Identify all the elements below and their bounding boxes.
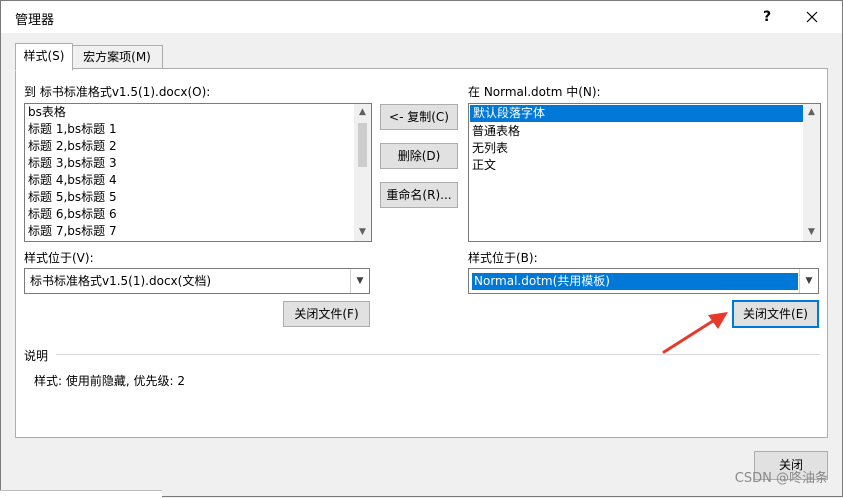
description-header: 说明	[24, 349, 49, 363]
right-styles-in-value: Normal.dotm(共用模板)	[472, 273, 798, 290]
list-item[interactable]: 正文	[469, 157, 820, 174]
right-styles-list[interactable]: 默认段落字体 普通表格 无列表 正文 ▲ ▼	[468, 103, 821, 242]
rename-button[interactable]: 重命名(R)...	[380, 182, 458, 208]
description-text: 样式: 使用前隐藏, 优先级: 2	[34, 374, 185, 388]
list-item[interactable]: 标题 6,bs标题 6	[25, 206, 371, 223]
right-close-file-button[interactable]: 关闭文件(E)	[732, 300, 819, 328]
left-styles-in-label: 样式位于(V):	[24, 251, 94, 265]
tab-styles-label: 样式(S)	[23, 49, 65, 63]
chevron-down-icon[interactable]: ▼	[350, 269, 369, 293]
window-title: 管理器	[15, 13, 55, 28]
help-button[interactable]: ?	[753, 5, 781, 29]
left-close-file-button[interactable]: 关闭文件(F)	[283, 301, 370, 327]
watermark: CSDN @咚油条	[734, 471, 828, 486]
left-styles-in-select[interactable]: 标书标准格式v1.5(1).docx(文档) ▼	[24, 268, 370, 294]
tab-styles[interactable]: 样式(S)	[15, 43, 73, 71]
manager-dialog: 管理器 ? 样式(S) 宏方案项(M) 到 标书标准格式v1.5(1).docx…	[0, 0, 843, 497]
scroll-up-icon[interactable]: ▲	[803, 104, 820, 121]
left-list-scrollbar[interactable]: ▲ ▼	[354, 104, 371, 241]
scroll-down-icon[interactable]: ▼	[354, 224, 371, 241]
list-item[interactable]: 标题 3,bs标题 3	[25, 155, 371, 172]
list-item[interactable]: 标题 1,bs标题 1	[25, 121, 371, 138]
list-item[interactable]: 标题 2,bs标题 2	[25, 138, 371, 155]
list-item[interactable]: 标题 5,bs标题 5	[25, 189, 371, 206]
left-styles-items: bs表格 标题 1,bs标题 1 标题 2,bs标题 2 标题 3,bs标题 3 标题 …	[25, 104, 371, 240]
delete-button[interactable]: 删除(D)	[380, 143, 458, 169]
copy-button[interactable]: <- 复制(C)	[380, 104, 458, 130]
list-item[interactable]: 默认段落字体	[470, 105, 819, 122]
scroll-thumb[interactable]	[358, 123, 367, 167]
scroll-down-icon[interactable]: ▼	[803, 224, 820, 241]
right-list-scrollbar[interactable]: ▲ ▼	[803, 104, 820, 241]
right-list-label: 在 Normal.dotm 中(N):	[468, 85, 601, 99]
left-list-label: 到 标书标准格式v1.5(1).docx(O):	[24, 85, 211, 99]
list-item[interactable]: 标题 4,bs标题 4	[25, 172, 371, 189]
description-separator	[56, 354, 820, 355]
list-item[interactable]: 普通表格	[469, 123, 820, 140]
title-bar: 管理器 ?	[1, 1, 842, 33]
right-styles-items: 默认段落字体 普通表格 无列表 正文	[469, 105, 820, 174]
chevron-down-icon[interactable]: ▼	[799, 269, 818, 293]
left-styles-in-value: 标书标准格式v1.5(1).docx(文档)	[30, 274, 212, 288]
list-item[interactable]: bs表格	[25, 104, 371, 121]
right-styles-in-select[interactable]: Normal.dotm(共用模板) ▼	[468, 268, 819, 294]
close-icon	[806, 11, 818, 23]
tab-macro-project-items[interactable]: 宏方案项(M)	[71, 45, 163, 69]
list-item[interactable]: 标题 7,bs标题 7	[25, 223, 371, 240]
list-item[interactable]: 无列表	[469, 140, 820, 157]
tab-macro-label: 宏方案项(M)	[83, 50, 151, 64]
left-styles-list[interactable]: bs表格 标题 1,bs标题 1 标题 2,bs标题 2 标题 3,bs标题 3 标题 …	[24, 103, 372, 242]
styles-tab-panel: 到 标书标准格式v1.5(1).docx(O): bs表格 标题 1,bs标题 1…	[15, 68, 828, 438]
close-window-button[interactable]	[797, 5, 827, 29]
right-styles-in-label: 样式位于(B):	[468, 251, 538, 265]
annotation-arrow-icon	[662, 312, 728, 354]
scroll-up-icon[interactable]: ▲	[354, 104, 371, 121]
